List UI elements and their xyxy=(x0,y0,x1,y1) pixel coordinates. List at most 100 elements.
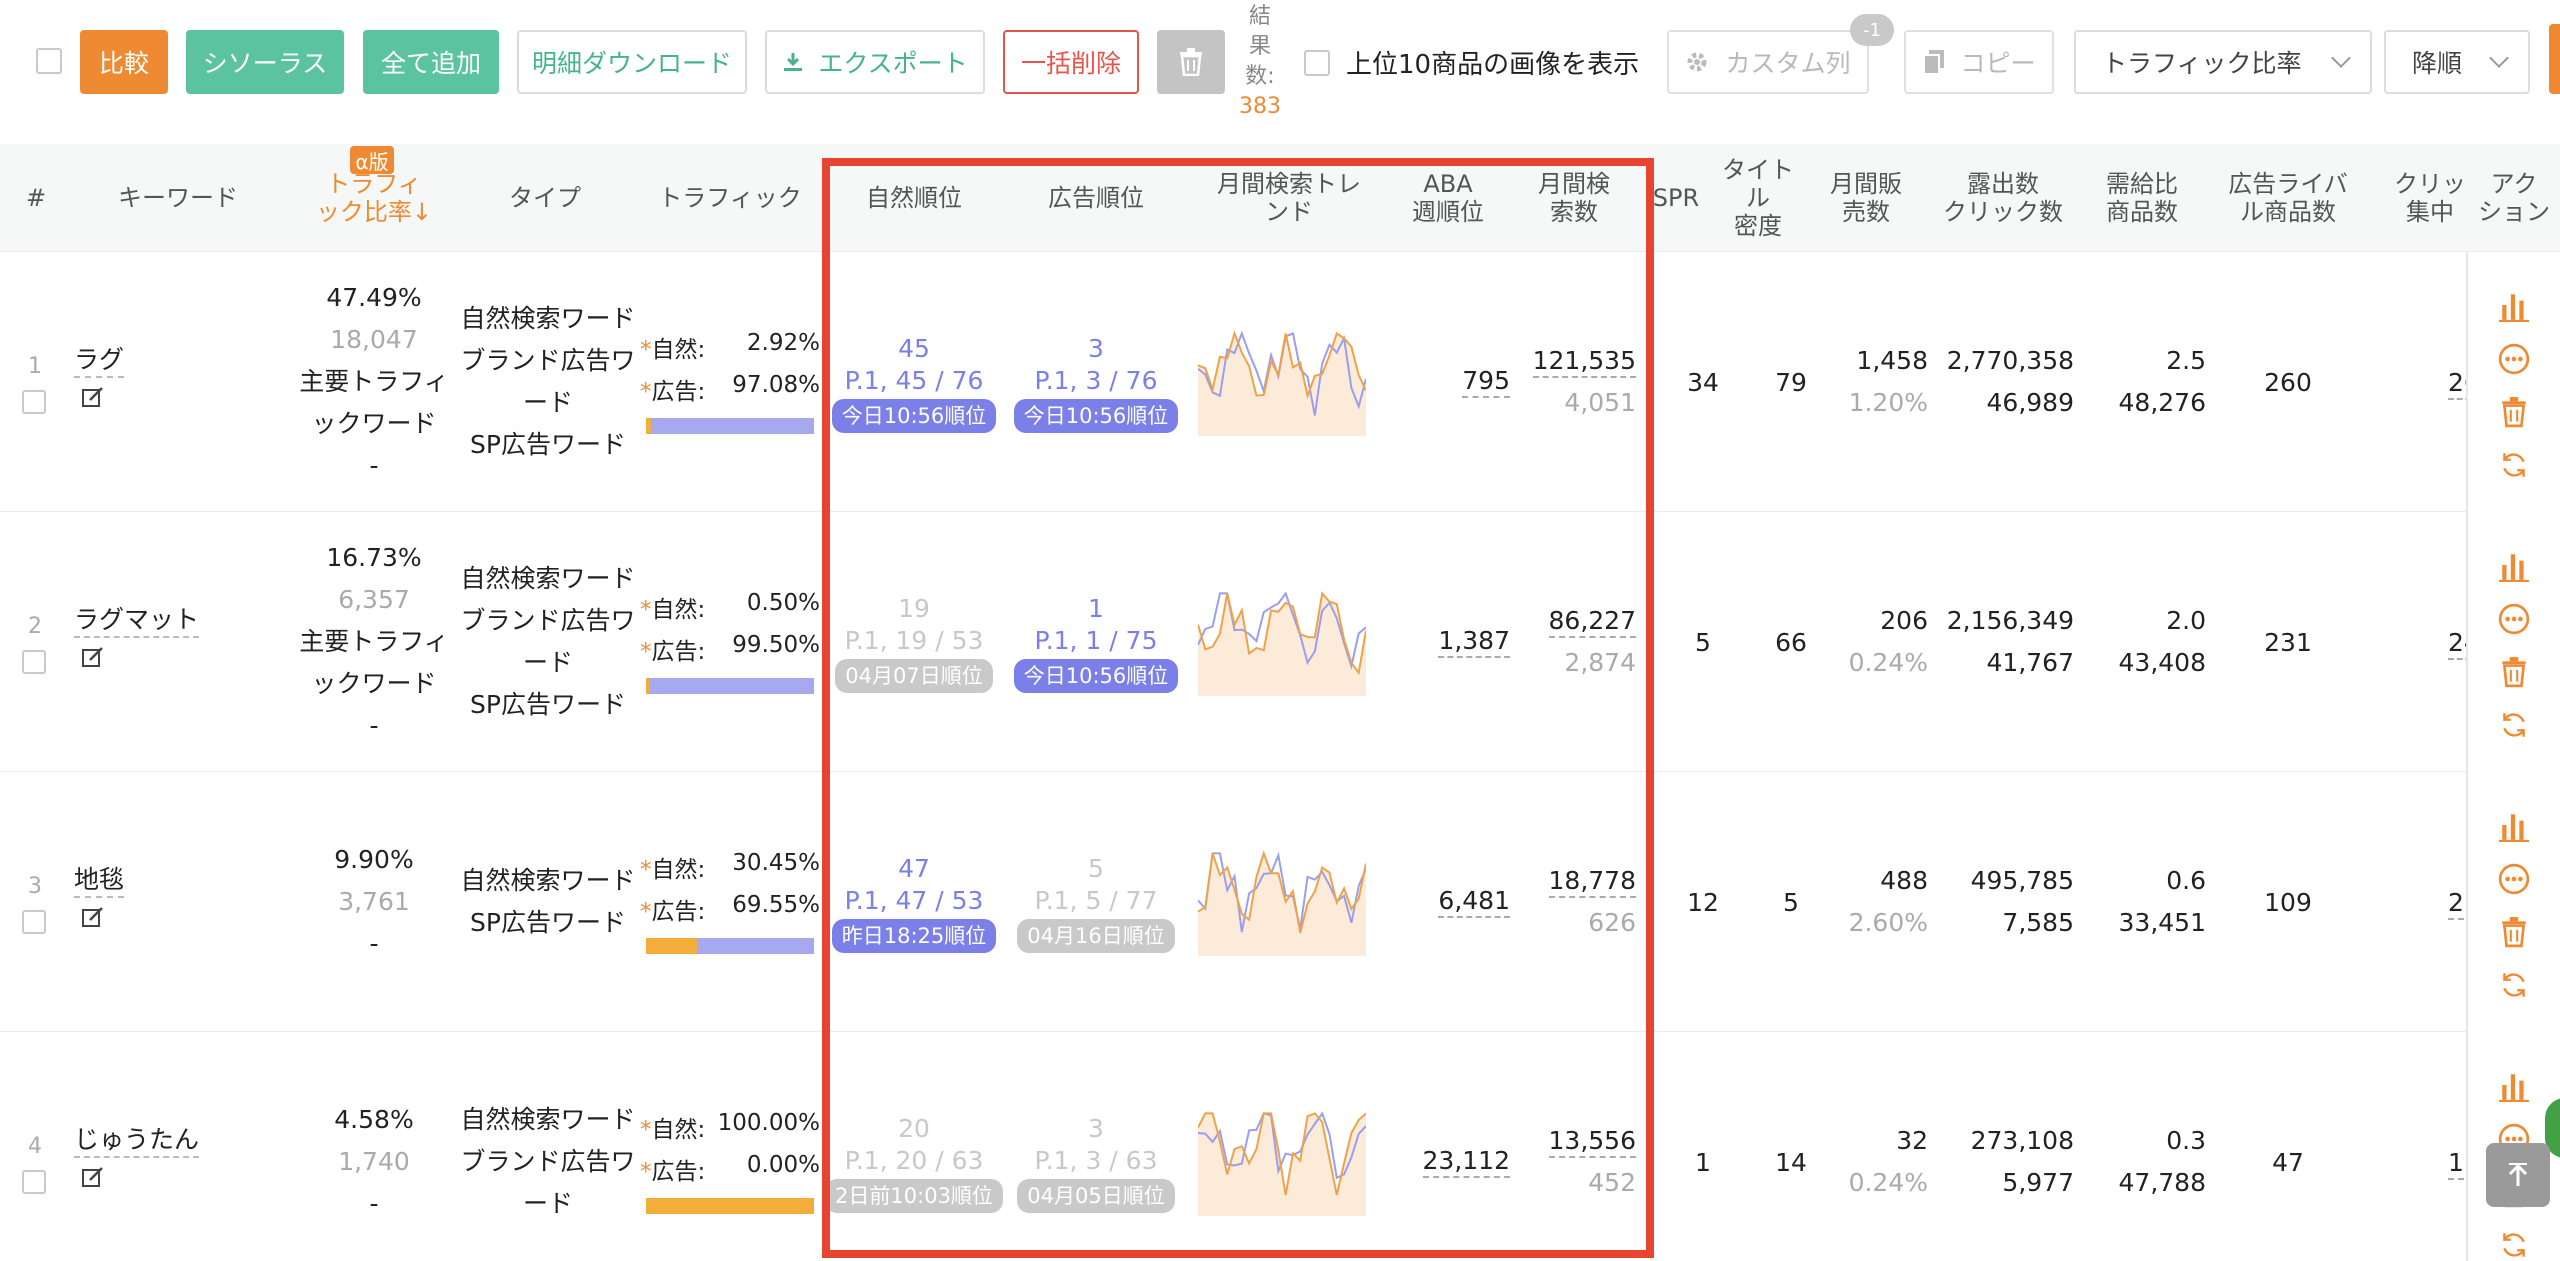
ad-label: *広告: xyxy=(640,379,706,405)
traffic-ratio-line: 3,761 xyxy=(338,887,410,916)
spr: 5 xyxy=(1695,628,1711,657)
compare-button[interactable]: 比較 xyxy=(80,30,168,94)
col-trend: 月間検索トレ ンド xyxy=(1217,170,1361,226)
sort-order-select[interactable]: 降順 xyxy=(2384,30,2530,94)
refresh-icon[interactable] xyxy=(2498,449,2530,481)
traffic-ratio-line: 47.49% xyxy=(326,283,422,312)
traffic-ratio-line: 18,047 xyxy=(330,325,418,354)
traffic-ratio-line: 主要トラフィ ックワード xyxy=(299,367,449,438)
copy-icon xyxy=(1923,50,1945,75)
trash-icon xyxy=(1180,48,1202,76)
col-num: # xyxy=(25,184,47,212)
toolbar: 比較 シソーラス 全て追加 明細ダウンロード エクスポート 一括削除 結 果 数… xyxy=(0,0,2560,140)
top10-images-checkbox[interactable] xyxy=(1304,50,1330,76)
trash-icon[interactable] xyxy=(2498,656,2530,688)
custom-columns-button[interactable]: カスタム列 xyxy=(1667,30,1869,94)
col-ad-rank: 広告順位 xyxy=(1048,184,1144,212)
edit-icon[interactable] xyxy=(82,386,104,408)
row-checkbox[interactable] xyxy=(22,650,46,674)
trash-button[interactable] xyxy=(1157,30,1225,94)
organic-rank-time: 04月07日順位 xyxy=(820,654,1008,696)
detail-download-button[interactable]: 明細ダウンロード xyxy=(517,30,747,94)
traffic-share-bar xyxy=(646,418,814,434)
ad-label: *広告: xyxy=(640,639,706,665)
edit-icon[interactable] xyxy=(82,646,104,668)
click-concentration: 1 xyxy=(2448,1142,2466,1184)
traffic-ratio-line: - xyxy=(369,711,379,740)
ad-pct: 97.08% xyxy=(732,372,820,398)
row-index: 1 xyxy=(28,354,42,379)
export-button[interactable]: エクスポート xyxy=(765,30,985,94)
copy-button[interactable]: コピー xyxy=(1904,30,2054,94)
row-checkbox[interactable] xyxy=(22,910,46,934)
organic-label: *自然: xyxy=(640,857,706,883)
keyword-link[interactable]: ラグ xyxy=(74,344,125,378)
product-count: 43,408 xyxy=(2118,648,2206,677)
edit-icon[interactable] xyxy=(82,1166,104,1188)
bar-chart-icon[interactable] xyxy=(2498,550,2530,582)
add-all-button[interactable]: 全て追加 xyxy=(363,30,499,94)
monthly-trend-sparkline xyxy=(1198,1111,1366,1216)
monthly-sales: 206 xyxy=(1880,606,1928,635)
monthly-trend-sparkline xyxy=(1198,330,1366,436)
scroll-top-button[interactable] xyxy=(2486,1143,2550,1207)
monthly-search: 86,227 xyxy=(1520,600,1636,642)
trash-icon[interactable] xyxy=(2498,396,2530,428)
monthly-search-sub: 626 xyxy=(1588,908,1636,937)
product-count: 47,788 xyxy=(2118,1168,2206,1197)
organic-label: *自然: xyxy=(640,1117,706,1143)
keyword-link[interactable]: ラグマット xyxy=(74,604,200,638)
keyword-type: ード xyxy=(522,648,573,677)
ad-rivals: 47 xyxy=(2272,1148,2304,1177)
row-checkbox[interactable] xyxy=(22,390,46,414)
thesaurus-button[interactable]: シソーラス xyxy=(186,30,344,94)
col-aba: ABA 週順位 xyxy=(1412,170,1484,226)
col-monthly-search: 月間検 索数 xyxy=(1538,170,1610,226)
traffic-ratio-line: - xyxy=(369,1189,379,1218)
bar-chart-icon[interactable] xyxy=(2498,1070,2530,1102)
gear-icon xyxy=(1687,52,1707,72)
click-concentration: 2 xyxy=(2448,882,2466,924)
ad-rank-time: 04月16日順位 xyxy=(1002,914,1190,956)
ad-rank-time: 今日10:56順位 xyxy=(1002,654,1190,696)
more-icon[interactable] xyxy=(2498,343,2530,375)
bar-chart-icon[interactable] xyxy=(2498,810,2530,842)
col-keyword: キーワード xyxy=(118,184,238,212)
edit-icon[interactable] xyxy=(82,906,104,928)
refresh-icon[interactable] xyxy=(2498,969,2530,1001)
row-checkbox[interactable] xyxy=(22,1170,46,1194)
monthly-search-sub: 2,874 xyxy=(1564,648,1636,677)
col-traffic: トラフィック xyxy=(658,184,802,212)
refresh-icon[interactable] xyxy=(2498,709,2530,741)
bulk-delete-button[interactable]: 一括削除 xyxy=(1003,30,1139,94)
col-ad-rivals: 広告ライバ ル商品数 xyxy=(2228,170,2348,226)
keyword-type: ード xyxy=(522,1189,573,1218)
col-title-density: タイト ル 密度 xyxy=(1722,156,1794,240)
ad-rank-time: 04月05日順位 xyxy=(1002,1174,1190,1216)
ad-rivals: 109 xyxy=(2264,888,2312,917)
traffic-ratio-line: 16.73% xyxy=(326,543,422,572)
keyword-link[interactable]: じゅうたん xyxy=(74,1124,200,1158)
traffic-share-bar xyxy=(646,938,814,954)
refresh-icon[interactable] xyxy=(2498,1229,2530,1261)
title-density: 5 xyxy=(1783,888,1799,917)
monthly-trend-sparkline xyxy=(1198,591,1366,696)
sort-field-select[interactable]: トラフィック比率 xyxy=(2074,30,2372,94)
toolbar-overflow-button[interactable] xyxy=(2549,24,2560,94)
col-organic-rank: 自然順位 xyxy=(866,184,962,212)
supply-ratio: 0.6 xyxy=(2166,866,2206,895)
organic-share-fill xyxy=(646,678,650,694)
product-count: 33,451 xyxy=(2118,908,2206,937)
trash-icon[interactable] xyxy=(2498,916,2530,948)
select-all-checkbox[interactable] xyxy=(36,48,62,74)
spr: 1 xyxy=(1695,1148,1711,1177)
more-icon[interactable] xyxy=(2498,603,2530,635)
keyword-link[interactable]: 地毯 xyxy=(74,864,125,898)
export-label: エクスポート xyxy=(818,49,968,78)
bar-chart-icon[interactable] xyxy=(2498,290,2530,322)
organic-share-fill xyxy=(646,418,651,434)
table-row: 1 ラグ 47.49% 18,047 主要トラフィ ックワード - 自然検索ワード ブラ… xyxy=(0,252,2560,512)
ad-rivals: 260 xyxy=(2264,368,2312,397)
organic-pct: 0.50% xyxy=(746,590,820,616)
more-icon[interactable] xyxy=(2498,863,2530,895)
